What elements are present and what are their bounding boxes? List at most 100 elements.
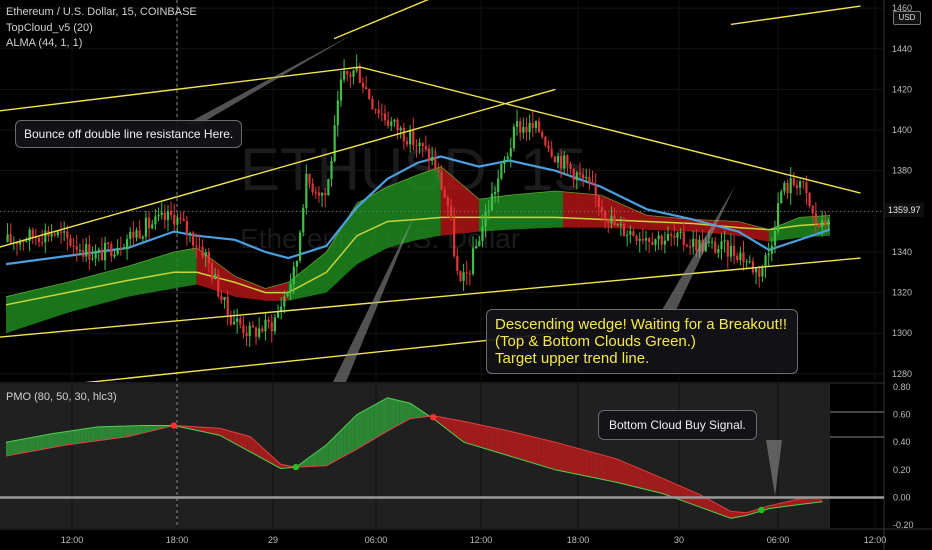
candle-body — [409, 129, 412, 145]
pmo-crossover-dot — [758, 506, 765, 514]
candle-body — [273, 317, 277, 332]
pmo-area-red — [659, 476, 663, 494]
candle-body — [405, 141, 409, 145]
candle-body — [773, 230, 777, 246]
pmo-area-green — [50, 433, 55, 448]
candle-body — [352, 70, 355, 77]
pmo-area-green — [17, 439, 21, 454]
pmo-area-red — [584, 450, 589, 477]
pmo-area-green — [365, 407, 370, 444]
price-tick-label: 1300 — [892, 328, 912, 338]
pmo-area-green — [39, 435, 44, 450]
candle-body — [346, 71, 349, 75]
candle-body — [75, 246, 78, 251]
candle-body — [107, 242, 110, 245]
pmo-area-green — [380, 399, 385, 436]
candle-body — [327, 179, 330, 196]
candle-body — [25, 240, 28, 242]
candle-body — [383, 113, 387, 121]
candle-body — [264, 319, 267, 332]
candle-body — [597, 195, 600, 208]
candle-body — [44, 230, 47, 243]
candle-body — [515, 121, 519, 127]
candle-body — [751, 261, 755, 273]
candle-body — [588, 176, 591, 183]
pmo-area-red — [510, 431, 515, 458]
time-tick-label: 18:00 — [166, 535, 189, 545]
candle-body — [563, 155, 566, 169]
indicator-alma-label[interactable]: ALMA (44, 1, 1) — [6, 37, 82, 50]
candle-body — [245, 333, 248, 336]
pmo-area-green — [373, 403, 378, 440]
candle-body — [462, 272, 465, 281]
currency-badge[interactable]: USD — [893, 11, 921, 25]
callout-buy-signal: Bottom Cloud Buy Signal. — [598, 410, 757, 440]
candle-body — [173, 214, 176, 225]
candle-body — [41, 242, 44, 244]
candle-body — [135, 230, 138, 238]
candle-body — [710, 241, 714, 243]
candle-body — [827, 220, 830, 225]
pmo-area-red — [469, 422, 474, 446]
pmo-area-red — [499, 428, 504, 455]
candle-body — [147, 217, 151, 229]
candle-body — [509, 148, 512, 157]
candle-body — [673, 235, 676, 238]
pmo-area-green — [384, 398, 389, 433]
pmo-area-green — [54, 432, 58, 448]
candle-body — [207, 252, 210, 264]
candle-body — [610, 215, 613, 224]
candle-body — [604, 211, 607, 220]
time-tick-label: 30 — [674, 535, 684, 545]
pmo-area-green — [102, 426, 107, 441]
price-tick-label: 1440 — [892, 44, 912, 54]
pmo-area-red — [477, 424, 481, 448]
indicator-topcloud-label[interactable]: TopCloud_v5 (20) — [6, 22, 93, 35]
candle-body — [663, 240, 666, 245]
candle-body — [176, 217, 179, 225]
pmo-area-green — [46, 434, 51, 449]
wedge-line-3: Target upper trend line. — [495, 350, 650, 367]
candle-body — [456, 255, 459, 272]
price-tick-label: 1280 — [892, 369, 912, 379]
candle-body — [103, 242, 107, 261]
candle-body — [305, 173, 308, 208]
candle-body — [424, 146, 427, 149]
pmo-area-green — [358, 411, 363, 449]
indicator-pmo-label[interactable]: PMO (80, 50, 30, hlc3) — [6, 391, 117, 404]
candle-body — [59, 231, 63, 233]
candle-body — [251, 325, 254, 328]
symbol-title[interactable]: Ethereum / U.S. Dollar, 15, COINBASE — [6, 6, 197, 19]
candle-body — [777, 203, 780, 231]
pmo-area-red — [651, 473, 656, 492]
candle-body — [374, 109, 377, 111]
pmo-area-red — [666, 480, 671, 497]
candle-body — [170, 211, 173, 215]
pmo-area-green — [31, 436, 36, 452]
candle-body — [783, 182, 786, 192]
pmo-area-green — [388, 398, 392, 431]
candle-body — [641, 238, 644, 241]
candle-body — [525, 126, 528, 133]
time-tick-label: 18:00 — [567, 535, 590, 545]
wedge-line-1: Descending wedge! Waiting for a Breakout… — [495, 316, 788, 333]
candle-body — [31, 229, 34, 238]
candle-body — [654, 239, 657, 245]
pmo-area-red — [610, 457, 615, 482]
price-tick-label: 1380 — [892, 166, 912, 176]
pmo-area-red — [521, 434, 526, 461]
candle-body — [56, 231, 59, 236]
pmo-area-green — [369, 405, 374, 442]
candle-body — [129, 231, 132, 239]
candle-body — [629, 231, 632, 235]
pmo-area-green — [35, 436, 40, 451]
chart-canvas: ETHUSD, 15 Ethereum / U.S. Dollar 128013… — [0, 0, 932, 550]
candle-body — [465, 272, 468, 274]
candle-body — [116, 248, 119, 255]
candle-body — [578, 172, 582, 175]
candle-body — [342, 71, 346, 80]
pmo-area-red — [625, 462, 630, 486]
pmo-area-red — [577, 448, 582, 476]
candle-body — [780, 191, 783, 204]
candle-body — [311, 183, 314, 193]
